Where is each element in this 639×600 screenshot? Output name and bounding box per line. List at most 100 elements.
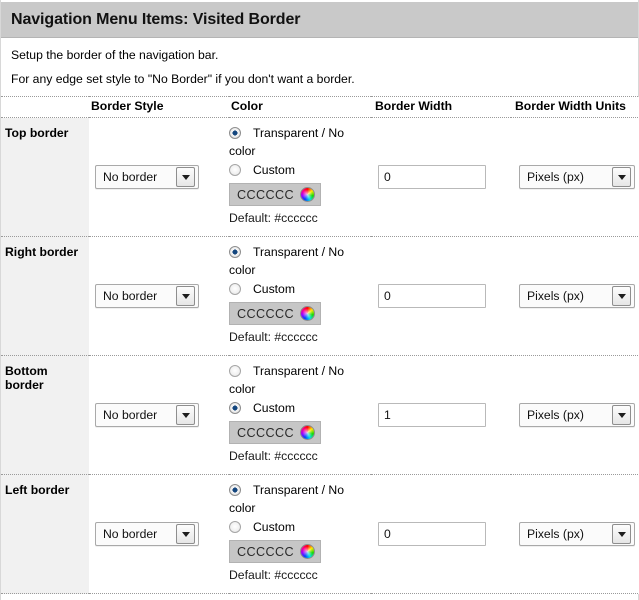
color-swatch-button[interactable]: CCCCCC bbox=[229, 540, 321, 563]
color-option-transparent[interactable]: Transparent / No bbox=[229, 125, 371, 141]
color-swatch-button[interactable]: CCCCCC bbox=[229, 183, 321, 206]
border-width-cell bbox=[371, 117, 511, 237]
color-value: CCCCCC bbox=[237, 306, 294, 321]
border-width-units-value: Pixels (px) bbox=[527, 527, 584, 541]
border-width-units-select[interactable]: Pixels (px) bbox=[519, 165, 635, 189]
radio-transparent-label-wrap: color bbox=[229, 501, 256, 515]
radio-custom-label: Custom bbox=[253, 520, 295, 534]
border-width-cell bbox=[371, 236, 511, 356]
chevron-down-icon[interactable] bbox=[612, 286, 631, 306]
border-style-wrap: No border bbox=[89, 475, 229, 593]
chevron-down-icon[interactable] bbox=[176, 286, 195, 306]
color-swatch-button[interactable]: CCCCCC bbox=[229, 421, 321, 444]
radio-transparent[interactable] bbox=[229, 365, 241, 377]
column-header-border-style: Border Style bbox=[89, 96, 229, 118]
page-title: Navigation Menu Items: Visited Border bbox=[11, 10, 301, 28]
color-option-custom[interactable]: Custom bbox=[229, 400, 371, 416]
border-width-input[interactable] bbox=[378, 284, 486, 308]
color-option-custom[interactable]: Custom bbox=[229, 162, 371, 178]
row-label: Right border bbox=[1, 236, 89, 356]
border-width-units-select[interactable]: Pixels (px) bbox=[519, 284, 635, 308]
color-cell: Transparent / No color Custom CCCCCC Default… bbox=[229, 117, 371, 237]
border-width-input[interactable] bbox=[378, 403, 486, 427]
border-width-input[interactable] bbox=[378, 165, 486, 189]
radio-custom-label: Custom bbox=[253, 282, 295, 296]
settings-page: Navigation Menu Items: Visited Border Se… bbox=[0, 0, 639, 600]
border-width-wrap bbox=[371, 475, 511, 593]
radio-custom-label: Custom bbox=[253, 401, 295, 415]
table-row: Top border No border Transparent / No color… bbox=[1, 117, 639, 237]
radio-transparent-label-wrap: color bbox=[229, 144, 256, 158]
border-width-cell bbox=[371, 474, 511, 594]
border-style-cell: No border bbox=[89, 117, 229, 237]
border-style-value: No border bbox=[103, 408, 158, 422]
chevron-down-icon[interactable] bbox=[176, 167, 195, 187]
border-style-select[interactable]: No border bbox=[95, 522, 199, 546]
chevron-down-icon[interactable] bbox=[612, 167, 631, 187]
border-width-units-wrap: Pixels (px) bbox=[511, 237, 639, 355]
column-header-border-width: Border Width bbox=[371, 96, 511, 118]
border-style-cell: No border bbox=[89, 474, 229, 594]
border-width-units-cell: Pixels (px) bbox=[511, 117, 639, 237]
color-option-transparent[interactable]: Transparent / No bbox=[229, 244, 371, 260]
chevron-down-icon[interactable] bbox=[176, 405, 195, 425]
page-header: Navigation Menu Items: Visited Border bbox=[1, 0, 638, 38]
color-cell: Transparent / No color Custom CCCCCC Default… bbox=[229, 355, 371, 475]
border-style-value: No border bbox=[103, 527, 158, 541]
column-header-label bbox=[1, 96, 89, 118]
chevron-down-icon[interactable] bbox=[612, 405, 631, 425]
color-option-custom[interactable]: Custom bbox=[229, 519, 371, 535]
radio-custom[interactable] bbox=[229, 283, 241, 295]
border-width-units-wrap: Pixels (px) bbox=[511, 475, 639, 593]
radio-transparent-label-wrap: color bbox=[229, 263, 256, 277]
row-label: Top border bbox=[1, 117, 89, 237]
radio-transparent[interactable] bbox=[229, 127, 241, 139]
border-style-select[interactable]: No border bbox=[95, 165, 199, 189]
radio-transparent-label-wrap: color bbox=[229, 382, 256, 396]
radio-custom[interactable] bbox=[229, 164, 241, 176]
color-wheel-icon[interactable] bbox=[300, 425, 315, 440]
radio-transparent-label: Transparent / No bbox=[253, 364, 344, 378]
color-option-transparent[interactable]: Transparent / No bbox=[229, 363, 371, 379]
table-row: Bottom border No border Transparent / No co… bbox=[1, 355, 639, 475]
table-row: Right border No border Transparent / No col… bbox=[1, 236, 639, 356]
border-width-units-value: Pixels (px) bbox=[527, 408, 584, 422]
border-width-units-cell: Pixels (px) bbox=[511, 355, 639, 475]
radio-custom-label: Custom bbox=[253, 163, 295, 177]
border-width-units-value: Pixels (px) bbox=[527, 170, 584, 184]
column-header-color: Color bbox=[229, 96, 371, 118]
intro-text: Setup the border of the navigation bar. … bbox=[1, 38, 638, 86]
border-style-select[interactable]: No border bbox=[95, 403, 199, 427]
color-cell: Transparent / No color Custom CCCCCC Default… bbox=[229, 474, 371, 594]
color-value: CCCCCC bbox=[237, 187, 294, 202]
border-width-wrap bbox=[371, 118, 511, 236]
chevron-down-icon[interactable] bbox=[176, 524, 195, 544]
color-option-custom[interactable]: Custom bbox=[229, 281, 371, 297]
border-style-value: No border bbox=[103, 170, 158, 184]
border-width-units-cell: Pixels (px) bbox=[511, 236, 639, 356]
color-wheel-icon[interactable] bbox=[300, 187, 315, 202]
intro-line-1: Setup the border of the navigation bar. bbox=[11, 48, 219, 62]
color-wheel-icon[interactable] bbox=[300, 306, 315, 321]
border-settings-table: Border Style Color Border Width Border W… bbox=[1, 96, 639, 594]
color-wheel-icon[interactable] bbox=[300, 544, 315, 559]
color-option-transparent[interactable]: Transparent / No bbox=[229, 482, 371, 498]
table-header: Border Style Color Border Width Border W… bbox=[1, 96, 639, 118]
radio-custom[interactable] bbox=[229, 521, 241, 533]
row-label: Bottom border bbox=[1, 355, 89, 475]
border-width-units-select[interactable]: Pixels (px) bbox=[519, 403, 635, 427]
border-style-cell: No border bbox=[89, 236, 229, 356]
border-width-wrap bbox=[371, 356, 511, 474]
color-default-note: Default: #cccccc bbox=[229, 568, 318, 582]
radio-custom[interactable] bbox=[229, 402, 241, 414]
chevron-down-icon[interactable] bbox=[612, 524, 631, 544]
intro-line-2: For any edge set style to "No Border" if… bbox=[11, 72, 355, 86]
radio-transparent[interactable] bbox=[229, 246, 241, 258]
border-width-cell bbox=[371, 355, 511, 475]
border-width-input[interactable] bbox=[378, 522, 486, 546]
border-width-units-select[interactable]: Pixels (px) bbox=[519, 522, 635, 546]
border-style-select[interactable]: No border bbox=[95, 284, 199, 308]
radio-transparent[interactable] bbox=[229, 484, 241, 496]
color-value: CCCCCC bbox=[237, 425, 294, 440]
color-swatch-button[interactable]: CCCCCC bbox=[229, 302, 321, 325]
